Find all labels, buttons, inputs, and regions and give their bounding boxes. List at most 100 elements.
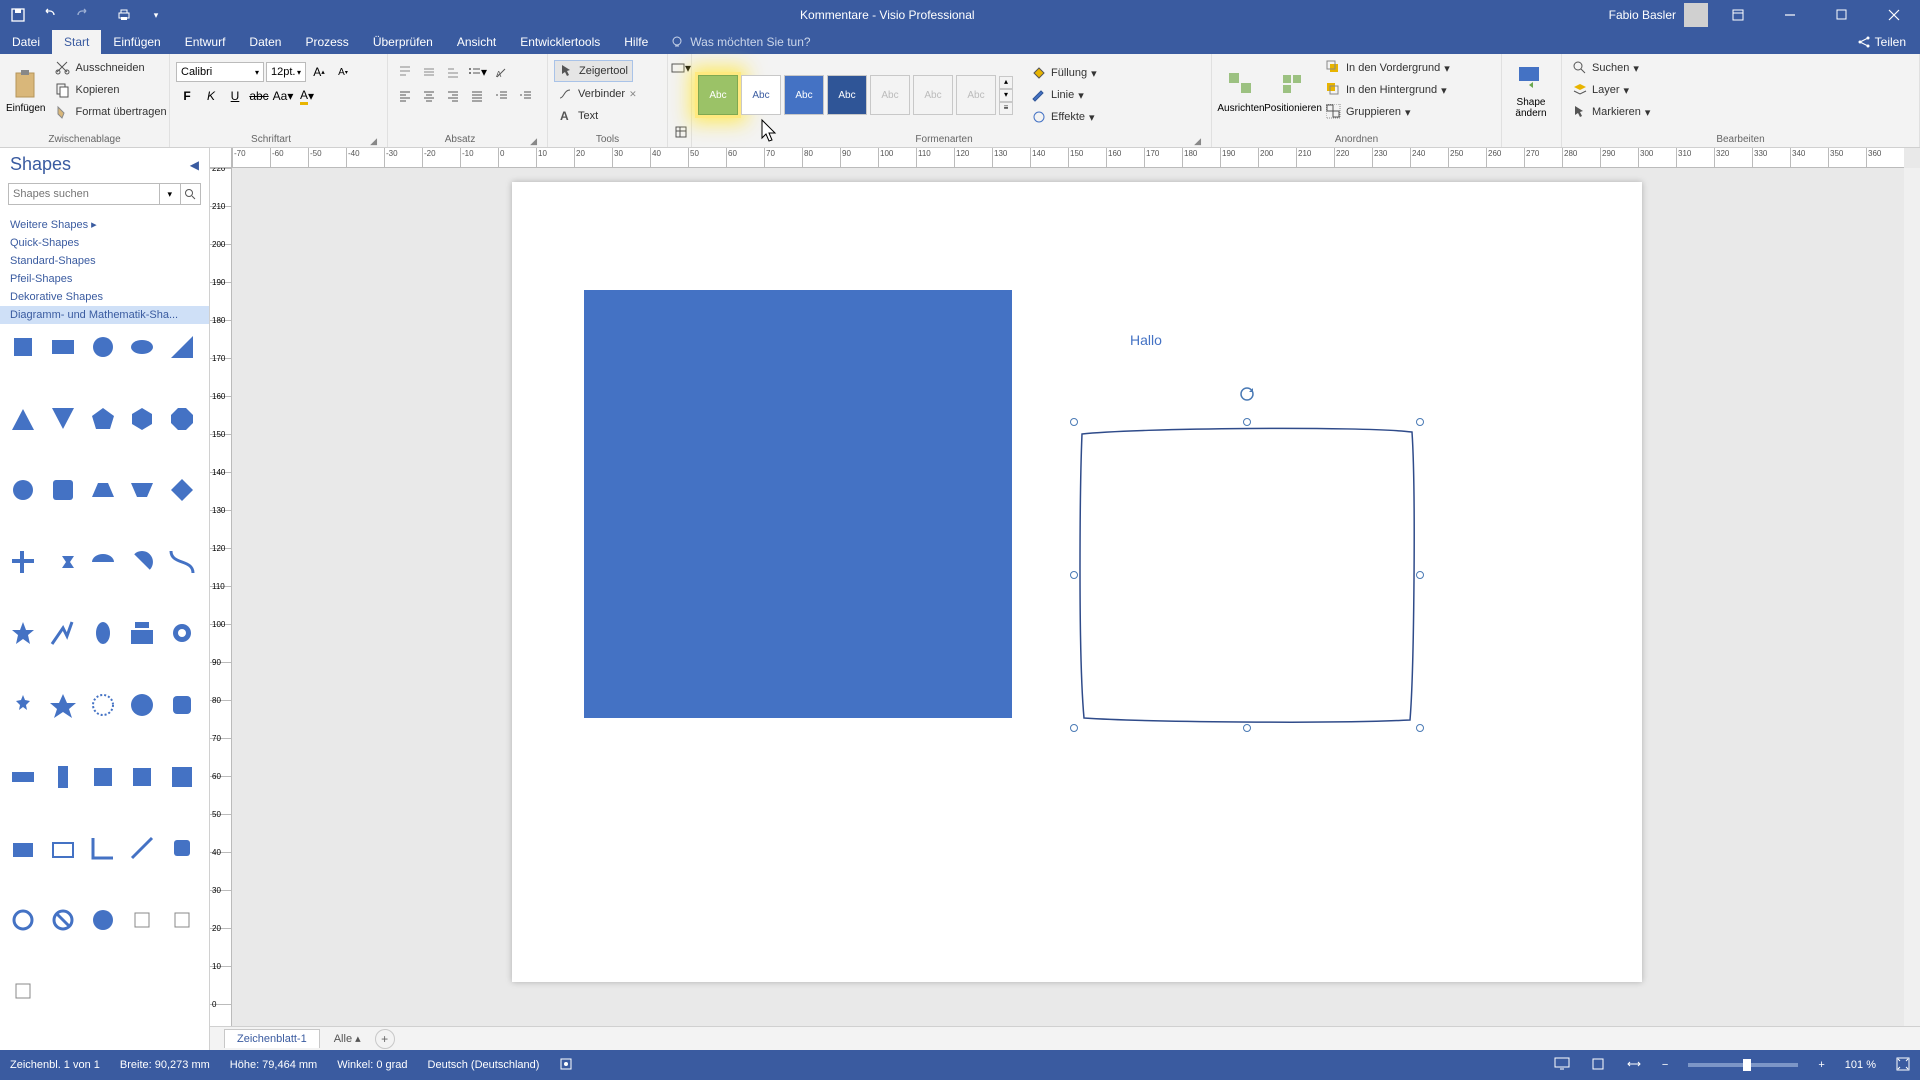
shape-master[interactable]	[8, 833, 38, 863]
line-button[interactable]: Linie ▾	[1027, 85, 1101, 105]
menu-überprüfen[interactable]: Überprüfen	[361, 30, 445, 54]
style-swatch-6[interactable]: Abc	[913, 75, 953, 115]
shape-master[interactable]	[167, 618, 197, 648]
selected-freeform-shape[interactable]	[1074, 422, 1420, 728]
align-top-button[interactable]	[394, 62, 416, 82]
fit-width-icon[interactable]	[1626, 1057, 1642, 1074]
shape-master[interactable]	[8, 404, 38, 434]
stencil-item[interactable]: Weitere Shapes ▸	[0, 215, 209, 234]
shape-master[interactable]	[88, 833, 118, 863]
font-size-combo[interactable]: 12pt.▾	[266, 62, 306, 82]
gallery-scroll[interactable]: ▴▾≡	[999, 76, 1013, 115]
shape-master[interactable]	[127, 690, 157, 720]
shape-master[interactable]	[8, 547, 38, 577]
shape-master[interactable]	[48, 690, 78, 720]
styles-dialog-launcher[interactable]: ◢	[1190, 136, 1205, 147]
shape-master[interactable]	[127, 762, 157, 792]
zoom-thumb[interactable]	[1743, 1059, 1751, 1071]
zoom-out-button[interactable]: −	[1662, 1059, 1668, 1071]
shape-master[interactable]	[127, 332, 157, 362]
align-button[interactable]: Ausrichten	[1218, 58, 1264, 124]
shape-master[interactable]	[88, 762, 118, 792]
shape-master[interactable]	[88, 404, 118, 434]
menu-datei[interactable]: Datei	[0, 30, 52, 54]
stencil-item[interactable]: Dekorative Shapes	[0, 288, 209, 306]
resize-handle-se[interactable]	[1416, 724, 1424, 732]
shape-master[interactable]	[167, 833, 197, 863]
shape-master[interactable]	[8, 475, 38, 505]
shape-master[interactable]	[48, 762, 78, 792]
menu-entwurf[interactable]: Entwurf	[173, 30, 238, 54]
shape-master[interactable]	[127, 618, 157, 648]
shape-master[interactable]	[88, 905, 118, 935]
shape-master[interactable]	[88, 332, 118, 362]
align-right-button[interactable]	[442, 86, 464, 106]
menu-start[interactable]: Start	[52, 30, 101, 54]
save-icon[interactable]	[8, 5, 28, 25]
bring-front-button[interactable]: In den Vordergrund ▾	[1322, 58, 1454, 78]
search-dropdown-icon[interactable]: ▾	[160, 183, 181, 205]
change-shape-button[interactable]: Shape ändern	[1508, 58, 1554, 124]
stencil-item[interactable]: Diagramm- und Mathematik-Sha...	[0, 306, 209, 324]
resize-handle-e[interactable]	[1416, 571, 1424, 579]
align-bottom-button[interactable]	[442, 62, 464, 82]
shrink-font-button[interactable]: A▾	[332, 62, 354, 82]
justify-button[interactable]	[466, 86, 488, 106]
effects-button[interactable]: Effekte ▾	[1027, 107, 1101, 127]
align-left-button[interactable]	[394, 86, 416, 106]
stencil-item[interactable]: Quick-Shapes	[0, 234, 209, 252]
resize-handle-w[interactable]	[1070, 571, 1078, 579]
shape-master[interactable]	[167, 332, 197, 362]
page-tab-all[interactable]: Alle ▴	[324, 1029, 371, 1048]
orientation-button[interactable]: A	[490, 62, 512, 82]
select-button[interactable]: Markieren ▾	[1568, 102, 1654, 122]
style-swatch-7[interactable]: Abc	[956, 75, 996, 115]
user-avatar[interactable]	[1684, 3, 1708, 27]
ribbon-options-icon[interactable]	[1716, 0, 1760, 30]
shape-master[interactable]	[8, 905, 38, 935]
shape-master[interactable]	[48, 547, 78, 577]
resize-handle-sw[interactable]	[1070, 724, 1078, 732]
font-color-button[interactable]: A▾	[296, 86, 318, 106]
shape-master[interactable]	[167, 404, 197, 434]
menu-hilfe[interactable]: Hilfe	[612, 30, 660, 54]
shape-master[interactable]	[167, 547, 197, 577]
add-page-button[interactable]: +	[375, 1029, 395, 1049]
indent-dec-button[interactable]	[490, 86, 512, 106]
shape-master[interactable]	[48, 618, 78, 648]
stencil-item[interactable]: Standard-Shapes	[0, 252, 209, 270]
stencil-item[interactable]: Pfeil-Shapes	[0, 270, 209, 288]
connector-tool-button[interactable]: Verbinder✕	[554, 84, 641, 104]
grow-font-button[interactable]: A▴	[308, 62, 330, 82]
italic-button[interactable]: K	[200, 86, 222, 106]
zoom-in-button[interactable]: +	[1818, 1059, 1824, 1071]
shape-master[interactable]	[8, 690, 38, 720]
fit-window-icon[interactable]	[1896, 1057, 1910, 1074]
group-button[interactable]: Gruppieren ▾	[1322, 102, 1454, 122]
cut-button[interactable]: Ausschneiden	[51, 58, 170, 78]
shapes-search-input[interactable]	[8, 183, 160, 205]
shape-master[interactable]	[167, 762, 197, 792]
hallo-text[interactable]: Hallo	[1130, 332, 1162, 348]
bold-button[interactable]: F	[176, 86, 198, 106]
zoom-slider[interactable]	[1688, 1063, 1798, 1067]
bullets-button[interactable]: ▾	[466, 62, 488, 82]
position-button[interactable]: Positionieren	[1270, 58, 1316, 124]
shape-master[interactable]	[48, 404, 78, 434]
minimize-icon[interactable]	[1768, 0, 1812, 30]
shape-master[interactable]	[88, 547, 118, 577]
tell-me[interactable]: Was möchten Sie tun?	[660, 30, 820, 54]
blue-rectangle-shape[interactable]	[584, 290, 1012, 718]
shape-quick-button[interactable]	[670, 122, 692, 142]
vertical-scrollbar[interactable]	[1904, 168, 1920, 1028]
shape-master[interactable]	[167, 475, 197, 505]
send-back-button[interactable]: In den Hintergrund ▾	[1322, 80, 1454, 100]
ruler-vertical[interactable]: 2202102001901801701601501401301201101009…	[210, 168, 232, 1028]
pointer-tool-button[interactable]: Zeigertool	[554, 60, 633, 82]
rectangle-tool-button[interactable]: ▾	[670, 58, 692, 78]
shape-master[interactable]	[48, 905, 78, 935]
fit-page-icon[interactable]	[1590, 1057, 1606, 1074]
menu-prozess[interactable]: Prozess	[293, 30, 360, 54]
share-button[interactable]: Teilen	[1843, 30, 1920, 54]
case-button[interactable]: Aa▾	[272, 86, 294, 106]
